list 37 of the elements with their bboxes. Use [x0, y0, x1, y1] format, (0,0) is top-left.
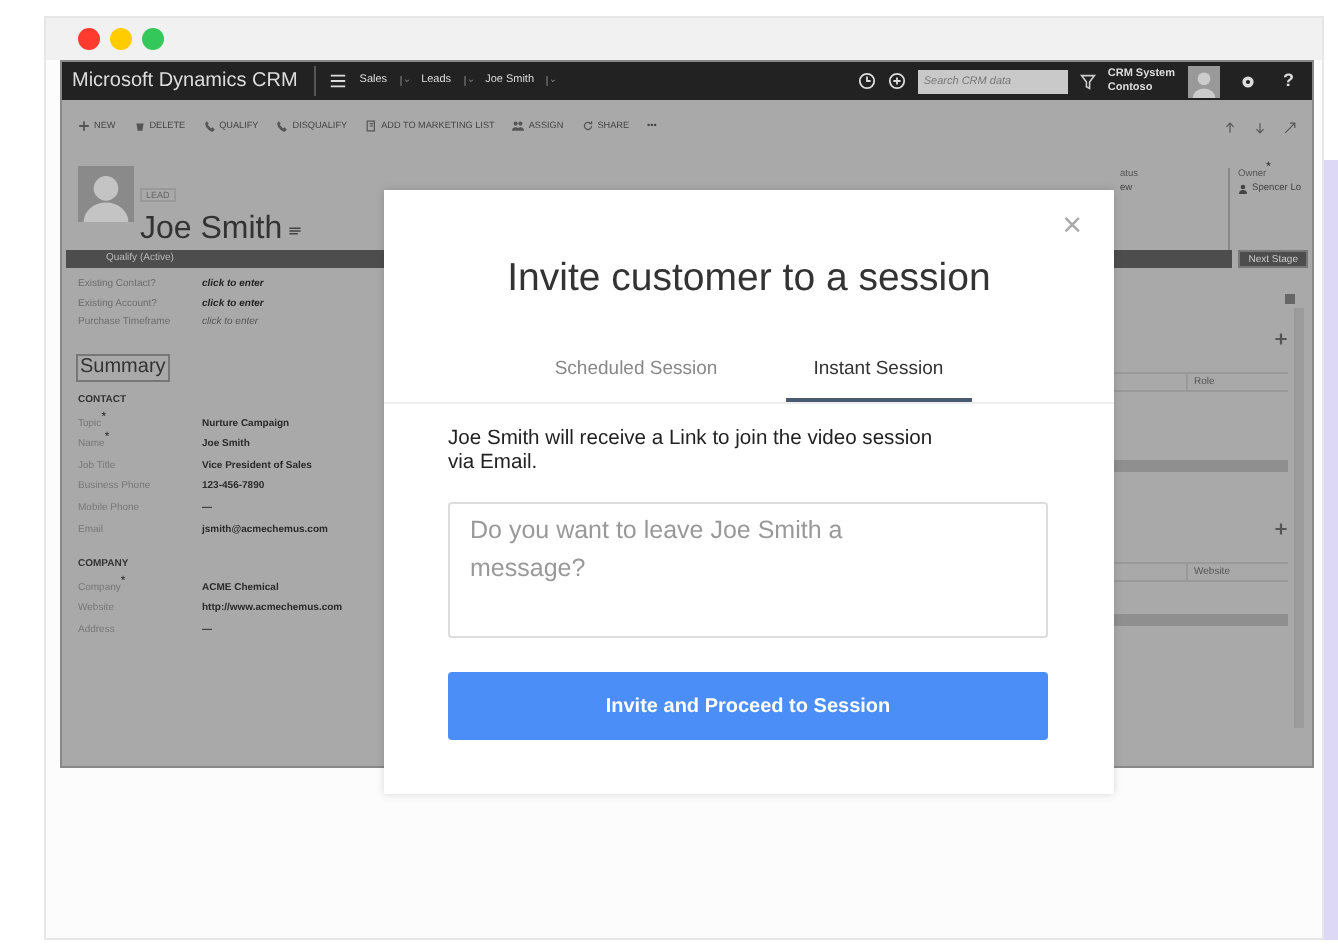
invite-button[interactable]: Invite and Proceed to Session — [448, 672, 1048, 741]
window-control-dot[interactable] — [110, 28, 132, 50]
app-title[interactable]: Microsoft Dynamics CRM — [72, 66, 316, 96]
clock-icon[interactable] — [857, 72, 876, 90]
phone-icon — [203, 120, 216, 133]
user-avatar-icon[interactable] — [1187, 65, 1219, 97]
message-field[interactable]: Do you want to leave Joe Smith a message? — [448, 502, 1048, 639]
record-name: Joe Smith — [140, 214, 283, 246]
window-control-dot[interactable] — [78, 28, 100, 50]
phone-icon — [276, 120, 289, 133]
circular-arrow-icon — [581, 120, 594, 133]
down-arrow-icon[interactable] — [1254, 121, 1266, 133]
trash-icon — [133, 120, 146, 133]
horizontal-scrollbar[interactable] — [1112, 460, 1288, 472]
caret-icon[interactable] — [463, 76, 474, 86]
caret-icon[interactable] — [399, 76, 410, 86]
list-icon[interactable] — [288, 223, 303, 237]
help-button[interactable]: ? — [1275, 67, 1302, 95]
person-avatar-icon — [78, 166, 134, 222]
menu-icon[interactable] — [327, 72, 348, 90]
person-icon — [1238, 184, 1248, 195]
caret-icon[interactable] — [546, 76, 557, 86]
session-tab[interactable]: Instant Session — [785, 352, 972, 401]
dialog-title: Invite customer to a session — [505, 254, 993, 304]
filter-icon[interactable] — [1079, 73, 1096, 89]
settings-icon[interactable] — [1239, 73, 1255, 89]
list-icon — [365, 120, 378, 133]
session-tab[interactable]: Scheduled Session — [526, 352, 746, 401]
expand-icon[interactable] — [1284, 121, 1296, 133]
info-text: Joe Smith will receive a Link to join the video session via Email. — [448, 427, 935, 479]
horizontal-scrollbar[interactable] — [1112, 614, 1288, 626]
up-arrow-icon[interactable] — [1224, 121, 1236, 133]
section-tab[interactable]: Summary — [76, 353, 170, 381]
close-button[interactable]: × — [1050, 206, 1094, 244]
add-icon — [78, 120, 90, 133]
people-icon — [512, 120, 525, 133]
window-control-dot[interactable] — [142, 28, 164, 50]
